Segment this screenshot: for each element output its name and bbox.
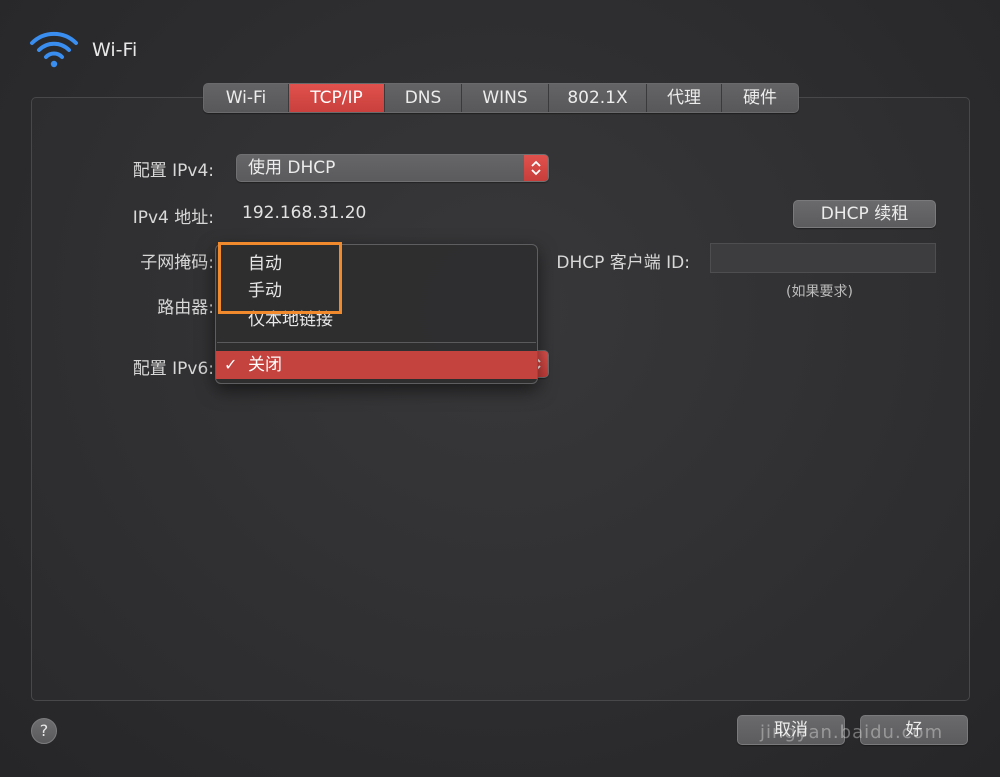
- ipv4-address-value: 192.168.31.20: [242, 203, 367, 223]
- tab-hardware[interactable]: 硬件: [722, 84, 798, 112]
- menu-item-auto[interactable]: 自动: [216, 250, 537, 278]
- header: Wi-Fi: [28, 28, 137, 72]
- tab-bar: Wi-Fi TCP/IP DNS WINS 802.1X 代理 硬件: [203, 83, 799, 113]
- up-down-arrows-icon: [524, 155, 548, 181]
- router-label: 路由器:: [157, 298, 214, 318]
- cancel-button[interactable]: 取消: [737, 715, 845, 745]
- ipv4-config-label: 配置 IPv4:: [132, 161, 214, 181]
- ipv4-address-label: IPv4 地址:: [132, 208, 214, 228]
- tab-8021x[interactable]: 802.1X: [549, 84, 647, 112]
- tab-dns[interactable]: DNS: [385, 84, 462, 112]
- menu-item-link-local[interactable]: 仅本地链接: [216, 306, 537, 334]
- settings-panel: [31, 97, 970, 701]
- network-settings-window: Wi-Fi Wi-Fi TCP/IP DNS WINS 802.1X 代理 硬件…: [0, 0, 1000, 777]
- menu-item-off[interactable]: ✓ 关闭: [216, 351, 537, 379]
- ok-button[interactable]: 好: [860, 715, 968, 745]
- tab-wifi[interactable]: Wi-Fi: [204, 84, 289, 112]
- help-button[interactable]: ?: [31, 718, 57, 744]
- header-title: Wi-Fi: [92, 39, 138, 61]
- ipv4-config-select[interactable]: 使用 DHCP: [236, 154, 549, 182]
- dhcp-client-id-label: DHCP 客户端 ID:: [556, 253, 690, 273]
- dhcp-client-id-input[interactable]: [710, 243, 936, 273]
- menu-separator: [217, 342, 536, 343]
- dhcp-client-id-hint: (如果要求): [786, 284, 853, 300]
- checkmark-icon: ✓: [224, 355, 238, 374]
- menu-item-off-label: 关闭: [248, 355, 282, 375]
- tab-proxy[interactable]: 代理: [647, 84, 722, 112]
- dhcp-renew-button[interactable]: DHCP 续租: [793, 200, 936, 228]
- ipv6-config-menu: 自动 手动 仅本地链接 ✓ 关闭: [215, 244, 538, 384]
- tab-tcpip[interactable]: TCP/IP: [289, 84, 385, 112]
- ipv6-config-label: 配置 IPv6:: [132, 359, 214, 379]
- wifi-icon: [30, 31, 78, 68]
- tab-wins[interactable]: WINS: [462, 84, 549, 112]
- subnet-mask-label: 子网掩码:: [140, 253, 214, 273]
- ipv4-config-value: 使用 DHCP: [248, 158, 336, 178]
- menu-item-manual[interactable]: 手动: [216, 277, 537, 305]
